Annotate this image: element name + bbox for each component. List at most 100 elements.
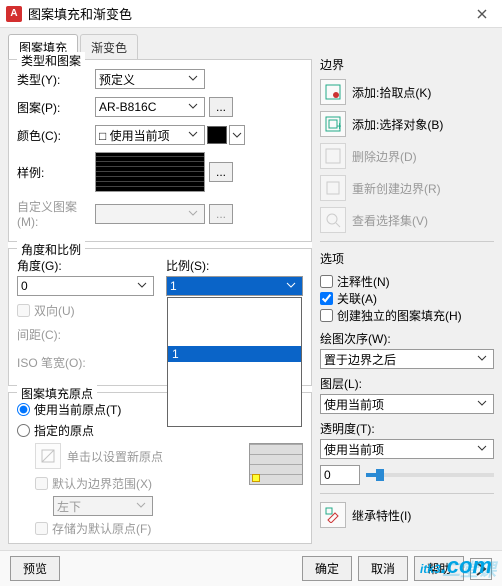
independent-checkbox[interactable]: 创建独立的图案填充(H): [320, 307, 494, 324]
pattern-label: 图案(P):: [17, 99, 95, 116]
transparency-num-value: 0: [324, 468, 331, 482]
options-title: 选项: [320, 250, 494, 267]
angle-select[interactable]: 0: [17, 276, 154, 296]
independent-input[interactable]: [320, 309, 333, 322]
chevron-down-icon: [185, 207, 201, 221]
tab-gradient[interactable]: 渐变色: [80, 34, 138, 60]
add-select-label: 添加:选择对象(B): [352, 116, 443, 133]
custom-pattern-select: [95, 204, 205, 224]
radio-specified-label: 指定的原点: [34, 422, 94, 439]
add-pickpoint-button[interactable]: [320, 79, 346, 105]
angle-label: 角度(G):: [17, 257, 154, 274]
annotative-input[interactable]: [320, 275, 333, 288]
set-origin-label: 单击以设置新原点: [67, 448, 163, 465]
app-icon: A: [6, 6, 22, 22]
scale-value: 1: [170, 279, 177, 293]
remove-boundary-label: 删除边界(D): [352, 148, 417, 165]
layer-select[interactable]: 使用当前项: [320, 394, 494, 414]
view-selection-label: 查看选择集(V): [352, 212, 428, 229]
chevron-down-icon: [185, 72, 201, 86]
group-type-pattern: 类型和图案 类型(Y): 预定义 图案(P): AR-B816C ...: [8, 59, 312, 242]
boundary-title: 边界: [320, 56, 494, 73]
annotative-checkbox[interactable]: 注释性(N): [320, 273, 494, 290]
independent-label: 创建独立的图案填充(H): [337, 307, 462, 324]
scale-option[interactable]: 2: [168, 410, 301, 426]
group-options: 选项 注释性(N) 关联(A) 创建独立的图案填充(H) 绘图次序(W): 置于…: [320, 250, 494, 485]
transparency-input[interactable]: 0: [320, 465, 360, 485]
view-selection-button: [320, 207, 346, 233]
scale-option[interactable]: 0.25: [168, 298, 301, 314]
associative-input[interactable]: [320, 292, 333, 305]
transparency-select[interactable]: 使用当前项: [320, 439, 494, 459]
draw-order-value: 置于边界之后: [324, 351, 396, 368]
group-title-angle: 角度和比例: [17, 241, 85, 258]
scale-label: 比例(S):: [166, 257, 303, 274]
dialog-footer: 预览 确定 取消 帮助: [0, 550, 502, 586]
chevron-down-icon: [474, 442, 490, 456]
angle-value: 0: [21, 279, 28, 293]
add-pickpoint-label: 添加:拾取点(K): [352, 84, 431, 101]
chevron-down-icon: [185, 128, 201, 142]
associative-checkbox[interactable]: 关联(A): [320, 290, 494, 307]
chevron-down-icon: [134, 279, 150, 293]
group-boundary: 边界 添加:拾取点(K) + 添加:选择对象(B) 删除边界(D): [320, 56, 494, 233]
inherit-button[interactable]: [320, 502, 346, 528]
radio-current-input[interactable]: [17, 403, 30, 416]
type-select[interactable]: 预定义: [95, 69, 205, 89]
svg-text:+: +: [336, 119, 341, 132]
pattern-browse-button[interactable]: ...: [209, 97, 233, 117]
scale-option[interactable]: 0.5: [168, 314, 301, 330]
scale-dropdown-list[interactable]: 0.25 0.5 0.75 1 1.25 1.5 1.75 2: [167, 297, 302, 427]
pattern-select[interactable]: AR-B816C: [95, 97, 205, 117]
color-swatch-dropdown[interactable]: [229, 125, 245, 145]
double-label: 双向(U): [34, 302, 75, 319]
radio-current-label: 使用当前原点(T): [34, 401, 121, 418]
store-default-label: 存储为默认原点(F): [52, 520, 151, 537]
spacing-label: 间距(C):: [17, 326, 95, 343]
type-label: 类型(Y):: [17, 71, 95, 88]
iso-label: ISO 笔宽(O):: [17, 354, 107, 371]
window-title: 图案填充和渐变色: [28, 4, 132, 23]
custom-pattern-label: 自定义图案(M):: [17, 198, 95, 229]
default-extents-label: 默认为边界范围(X): [52, 475, 152, 492]
annotative-label: 注释性(N): [337, 273, 390, 290]
color-select[interactable]: □ 使用当前项: [95, 125, 205, 145]
scale-select[interactable]: 1 0.25 0.5 0.75 1 1.25 1.5 1.75 2: [166, 276, 303, 296]
draw-order-label: 绘图次序(W):: [320, 330, 494, 347]
pattern-value: AR-B816C: [99, 100, 156, 114]
sample-browse-button[interactable]: ...: [209, 162, 233, 182]
chevron-down-icon: [474, 352, 490, 366]
draw-order-select[interactable]: 置于边界之后: [320, 349, 494, 369]
inherit-label: 继承特性(I): [352, 507, 411, 524]
group-title-origin: 图案填充原点: [17, 385, 97, 402]
scale-option[interactable]: 0.75: [168, 330, 301, 346]
titlebar: A 图案填充和渐变色: [0, 0, 502, 28]
help-button[interactable]: 帮助: [414, 556, 464, 581]
color-swatch[interactable]: [207, 126, 227, 144]
transparency-slider[interactable]: [366, 473, 494, 477]
extents-select: 左下: [53, 496, 153, 516]
add-select-button[interactable]: +: [320, 111, 346, 137]
scale-option[interactable]: 1.75: [168, 394, 301, 410]
double-checkbox: 双向(U): [17, 302, 154, 319]
transparency-label: 透明度(T):: [320, 420, 494, 437]
ok-button[interactable]: 确定: [302, 556, 352, 581]
cancel-button[interactable]: 取消: [358, 556, 408, 581]
recreate-boundary-button: [320, 175, 346, 201]
scale-option[interactable]: 1.25: [168, 362, 301, 378]
scale-option[interactable]: 1.5: [168, 378, 301, 394]
radio-specified-input[interactable]: [17, 424, 30, 437]
custom-browse-button: ...: [209, 204, 233, 224]
scale-option-selected[interactable]: 1: [168, 346, 301, 362]
extents-value: 左下: [57, 498, 81, 515]
type-value: 预定义: [99, 71, 135, 88]
sample-label: 样例:: [17, 164, 95, 181]
associative-label: 关联(A): [337, 290, 377, 307]
default-extents-check: [35, 477, 48, 490]
layer-label: 图层(L):: [320, 375, 494, 392]
close-icon[interactable]: [468, 4, 496, 24]
preview-button[interactable]: 预览: [10, 556, 60, 581]
expand-button[interactable]: [470, 558, 492, 580]
transparency-value: 使用当前项: [324, 441, 384, 458]
pattern-preview[interactable]: [95, 152, 205, 192]
